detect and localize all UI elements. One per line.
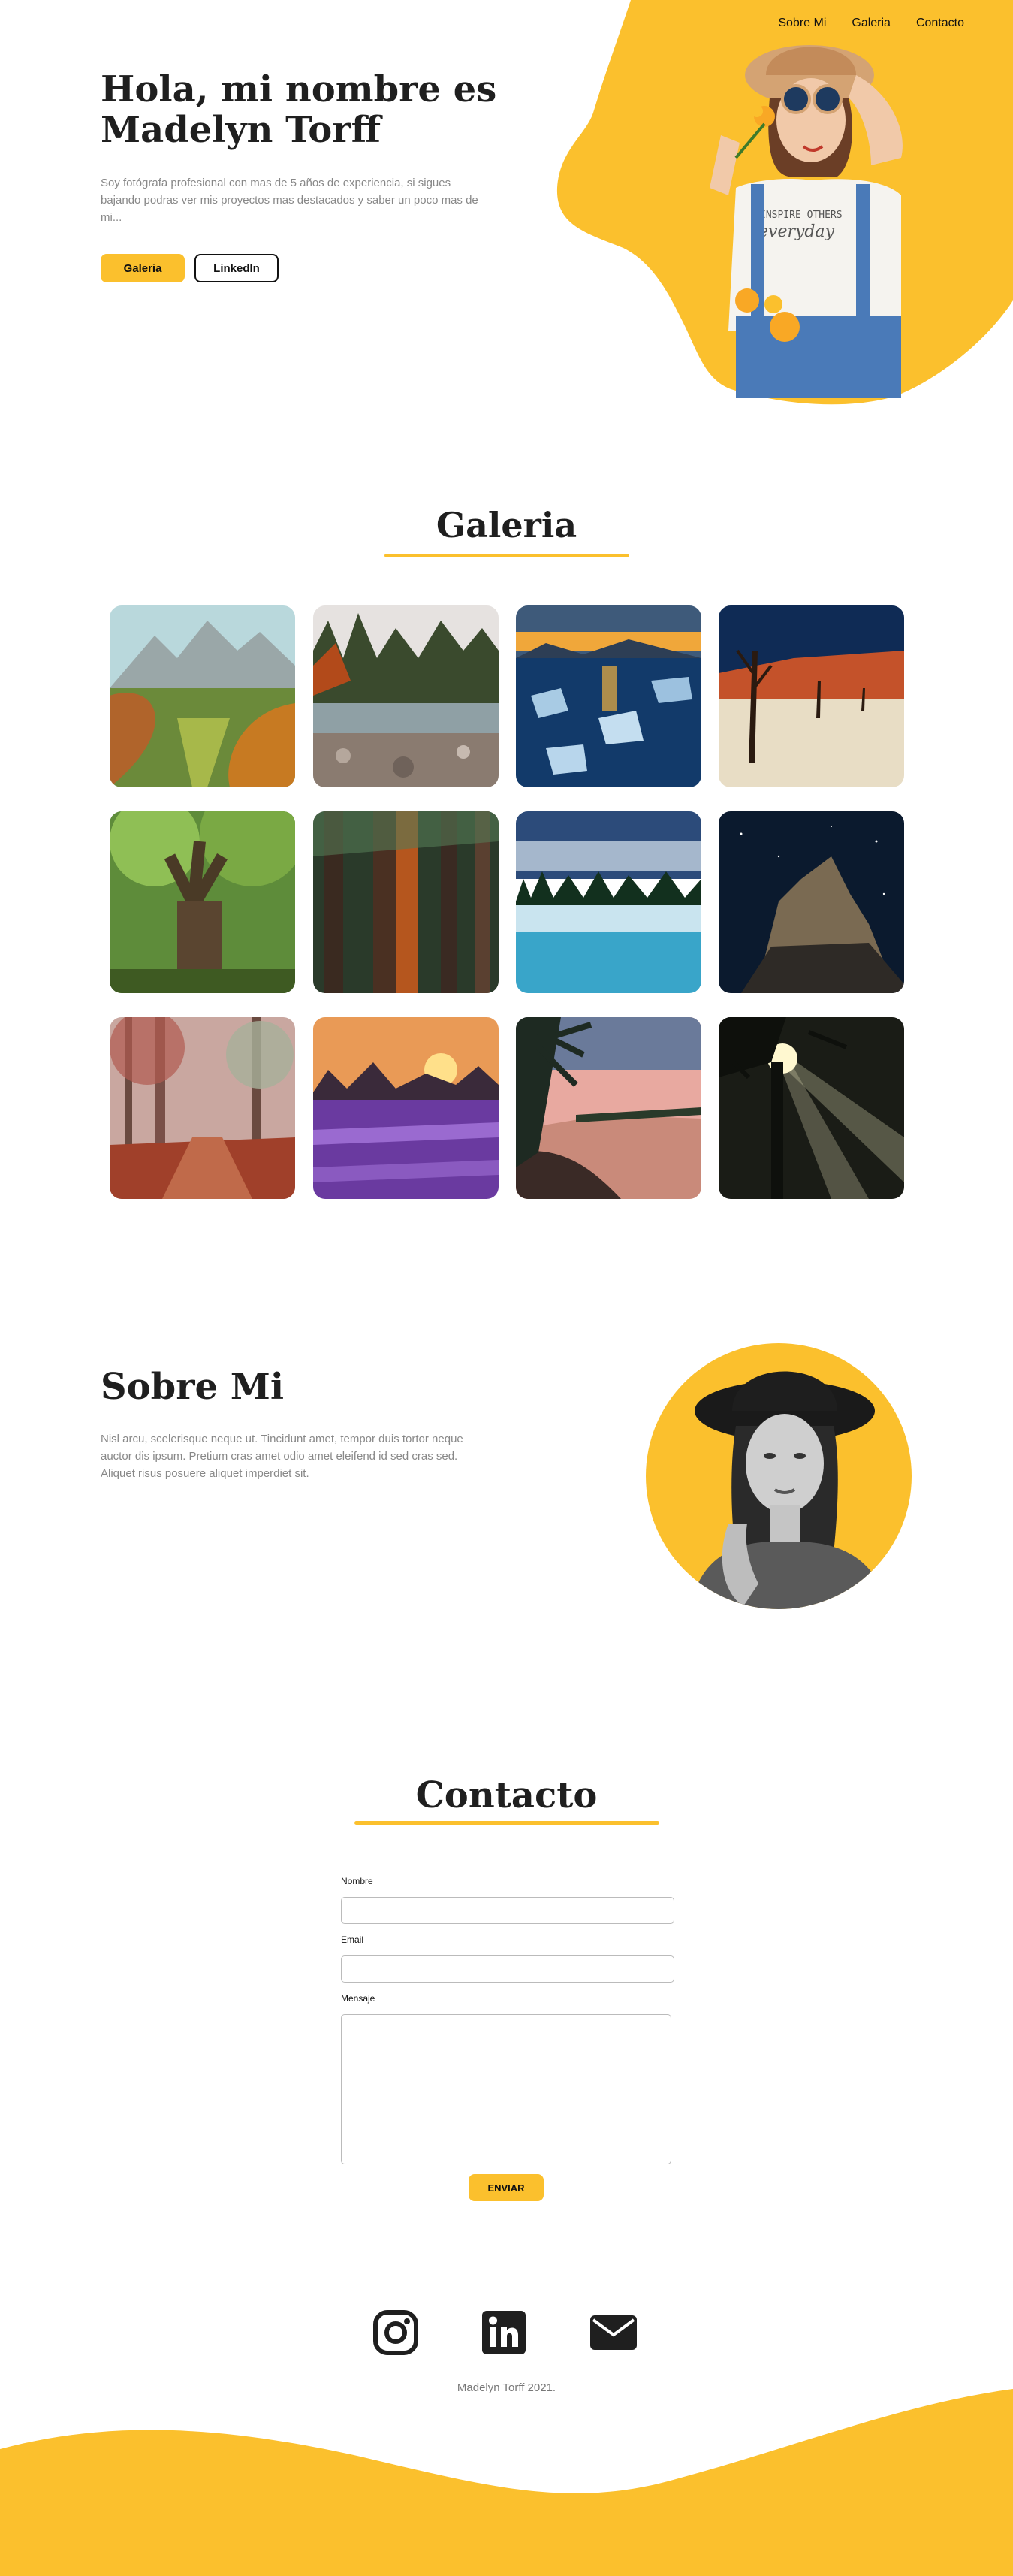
gallery-photo-forest-rays[interactable] [719, 1017, 904, 1199]
email-label: Email [341, 1934, 364, 1945]
linkedin-icon[interactable] [479, 2308, 529, 2357]
gallery-photo-misty-lake[interactable] [516, 811, 701, 993]
gallery-title: Galeria [436, 505, 577, 545]
contact-title-underline [354, 1821, 659, 1825]
instagram-icon[interactable] [371, 2308, 421, 2357]
about-portrait-photo [646, 1343, 912, 1609]
gallery-title-underline [384, 554, 629, 557]
message-label: Mensaje [341, 1993, 375, 2004]
gallery-photo-lavender-field[interactable] [313, 1017, 499, 1199]
about-title: Sobre Mi [101, 1366, 285, 1408]
nav-link-sobre-mi[interactable]: Sobre Mi [778, 17, 826, 30]
gallery-photo-frozen-lake[interactable] [516, 605, 701, 787]
hero-description: Soy fotógrafa profesional con mas de 5 a… [101, 177, 478, 224]
footer-copyright: Madelyn Torff 2021. [457, 2381, 556, 2394]
gallery-photo-autumn-path[interactable] [110, 1017, 295, 1199]
about-text: Nisl arcu, scelerisque neque ut. Tincidu… [101, 1433, 463, 1480]
galeria-button[interactable]: Galeria [101, 254, 185, 282]
svg-text:everyday: everyday [758, 222, 835, 241]
gallery-photo-forest-lake[interactable] [313, 605, 499, 787]
email-field[interactable] [341, 1955, 674, 1983]
gallery-photo-desert-trees[interactable] [719, 605, 904, 787]
gallery-photo-mountain-valley[interactable] [110, 605, 295, 787]
contact-title: Contacto [415, 1774, 598, 1816]
gallery-photo-night-rock[interactable] [719, 811, 904, 993]
gallery-photo-banyan-tree[interactable] [110, 811, 295, 993]
linkedin-button[interactable]: LinkedIn [194, 254, 279, 282]
message-field[interactable] [341, 2014, 671, 2164]
nav-link-galeria[interactable]: Galeria [852, 17, 891, 30]
svg-text:INSPIRE OTHERS: INSPIRE OTHERS [760, 210, 843, 221]
main-nav: Sobre Mi Galeria Contacto [778, 17, 964, 30]
hero-section: everyday INSPIRE OTHERS Sobre Mi Galeria… [0, 0, 1013, 421]
hero-title: Hola, mi nombre es Madelyn Torff [101, 68, 497, 151]
nav-link-contacto[interactable]: Contacto [916, 17, 964, 30]
name-label: Nombre [341, 1876, 373, 1886]
gallery-photo-redwood-forest[interactable] [313, 811, 499, 993]
gallery-photo-tropical-beach[interactable] [516, 1017, 701, 1199]
hero-woman-photo: everyday INSPIRE OTHERS [710, 45, 903, 398]
email-icon[interactable] [589, 2308, 638, 2357]
name-field[interactable] [341, 1897, 674, 1924]
send-button[interactable]: ENVIAR [469, 2174, 544, 2201]
